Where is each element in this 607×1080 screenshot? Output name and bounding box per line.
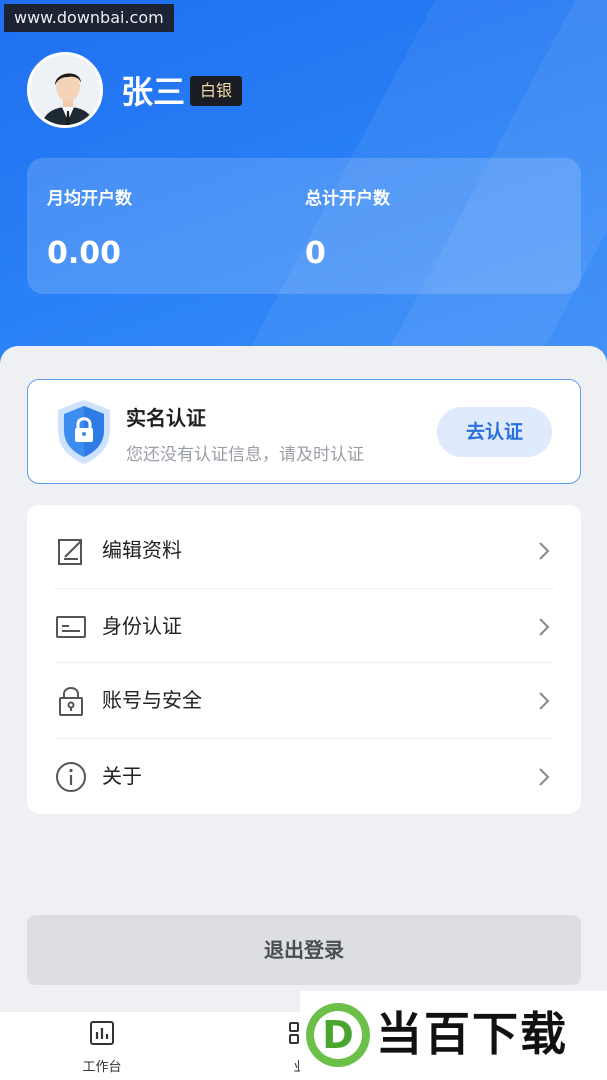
menu-item-edit-profile[interactable]: 编辑资料 — [27, 513, 581, 588]
stat-total-label: 总计开户数 — [305, 189, 390, 209]
stat-monthly-value: 0.00 — [47, 236, 122, 271]
verification-description: 您还没有认证信息，请及时认证 — [126, 445, 364, 465]
chevron-right-icon — [539, 542, 550, 560]
user-name: 张三 — [121, 73, 186, 111]
info-icon — [56, 762, 86, 792]
stat-total-value: 0 — [305, 236, 326, 271]
chevron-right-icon — [539, 692, 550, 710]
menu-item-identity[interactable]: 身份认证 — [27, 589, 581, 664]
edit-icon — [58, 539, 82, 565]
ad-text: 当百下载 — [376, 1007, 568, 1061]
menu-label: 编辑资料 — [102, 538, 182, 562]
tab-workbench[interactable]: 工作台 — [42, 1012, 162, 1080]
chevron-right-icon — [539, 768, 550, 786]
menu-label: 账号与安全 — [102, 688, 202, 712]
avatar[interactable] — [27, 52, 103, 128]
menu-label: 身份认证 — [102, 614, 182, 638]
menu-item-about[interactable]: 关于 — [27, 739, 581, 814]
ad-logo-letter: D — [322, 1013, 354, 1057]
menu-label: 关于 — [102, 764, 142, 788]
tab-label: 工作台 — [82, 1060, 122, 1075]
id-card-icon — [56, 616, 86, 638]
download-site-logo-icon: D — [306, 1003, 370, 1067]
chevron-right-icon — [539, 618, 550, 636]
dashboard-icon — [90, 1021, 114, 1045]
verification-card[interactable]: 实名认证 您还没有认证信息，请及时认证 去认证 — [27, 379, 581, 484]
settings-menu: 编辑资料 身份认证 账号与安全 关于 — [27, 505, 581, 814]
verify-button[interactable]: 去认证 — [437, 407, 552, 457]
stats-card: 月均开户数 0.00 总计开户数 0 — [27, 158, 581, 294]
level-badge: 白银 — [190, 76, 243, 106]
lock-icon — [59, 687, 83, 716]
menu-item-account-security[interactable]: 账号与安全 — [27, 663, 581, 738]
watermark: www.downbai.com — [4, 4, 174, 32]
shield-lock-icon — [58, 400, 110, 464]
verification-title: 实名认证 — [126, 406, 206, 430]
logout-button[interactable]: 退出登录 — [27, 915, 581, 985]
stat-monthly-label: 月均开户数 — [47, 189, 132, 209]
ad-banner[interactable]: D 当百下载 — [300, 991, 607, 1080]
